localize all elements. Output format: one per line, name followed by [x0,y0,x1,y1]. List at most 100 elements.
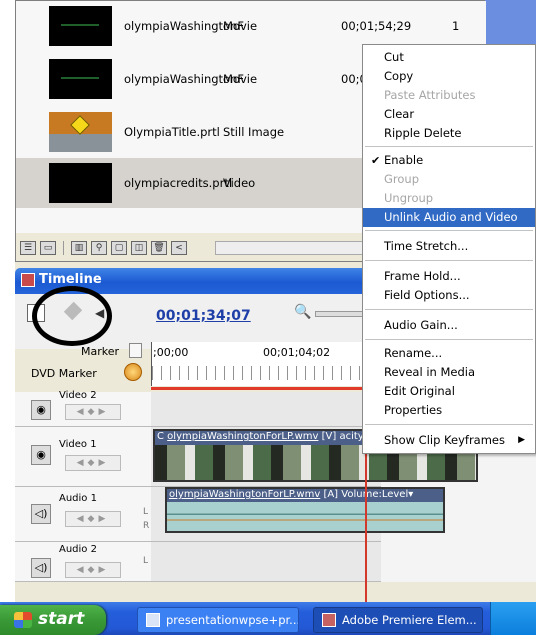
track-header: Audio 2 ◁) ◀◆▶ L [15,542,151,582]
start-button[interactable]: start [0,605,106,635]
track-name: Video 1 [59,439,97,450]
ruler-ticks [152,366,382,380]
ruler-start-time: ;00;00 [153,346,189,359]
timeline-title: Timeline [39,272,102,287]
track-name: Video 2 [59,390,97,401]
menu-item-frame-hold[interactable]: Frame Hold... [363,267,535,286]
media-thumbnail [49,59,112,99]
track-header: Audio 1 ◁) ◀◆▶ L R [15,487,151,542]
current-timecode[interactable]: 00;01;34;07 [156,308,251,324]
audio-clip[interactable]: olympiaWashingtonForLP.wmv [A] Volume:Le… [165,487,445,533]
zoom-icon[interactable]: 🔍 [294,304,311,320]
new-item-icon[interactable]: ◫ [131,241,147,255]
clip-track-tag: [V] [318,431,337,442]
ruler-mid-time: 00;01;04;02 [263,346,331,359]
keyframe-controls[interactable]: ◀◆▶ [65,511,121,527]
clip-name: olympiaWashingtonForLP.wmv [169,489,321,500]
left-channel-label: L [143,507,149,517]
track-header: Video 2 ◉ ◀◆▶ [15,390,151,427]
clip-prefix: C [157,431,164,442]
word-icon [146,613,160,627]
film-icon[interactable]: ◉ [31,400,51,420]
dvd-marker-label: DVD Marker [31,367,97,380]
film-icon[interactable]: ◉ [31,445,51,465]
windows-logo-icon [14,612,32,628]
annotation-circle [32,286,112,346]
menu-item-audio-gain[interactable]: Audio Gain... [363,316,535,335]
media-type: Video [223,176,256,190]
taskbar-item-label: Adobe Premiere Elem... [342,613,477,627]
horizontal-scrollbar[interactable] [215,241,375,255]
menu-item-time-stretch[interactable]: Time Stretch... [363,237,535,256]
menu-item-ripple-delete[interactable]: Ripple Delete [363,124,535,143]
audio-clip-header: olympiaWashingtonForLP.wmv [A] Volume:Le… [167,489,443,502]
menu-separator [365,424,533,425]
left-channel-label: L [143,556,149,566]
media-usage-count: 1 [452,19,460,33]
scroll-left-icon[interactable]: < [171,241,187,255]
media-thumbnail [49,163,112,203]
menu-item-paste-attributes: Paste Attributes [384,88,476,102]
automate-icon[interactable]: ▥ [71,241,87,255]
find-icon[interactable]: ⚲ [91,241,107,255]
menu-item-reveal-in-media[interactable]: Reveal in Media [363,363,535,382]
clip-name: olympiaWashingtonForLP.wmv [167,431,319,442]
menu-item-unlink-audio-video[interactable]: Unlink Audio and Video [363,208,535,227]
track-lane[interactable] [151,542,381,582]
trash-icon[interactable]: 🗑 [151,241,167,255]
media-type: Movie [223,72,258,86]
system-tray [490,602,536,635]
menu-item-enable-label: Enable [384,153,424,167]
menu-item-show-clip-keyframes[interactable]: Show Clip Keyframes ▶ [363,431,535,450]
submenu-arrow-icon: ▶ [518,435,525,445]
keyframe-controls[interactable]: ◀◆▶ [65,562,121,578]
taskbar-item-word[interactable]: presentationwpse+pr... [137,607,299,633]
marker-icon[interactable] [129,343,142,358]
menu-item-edit-original[interactable]: Edit Original [363,382,535,401]
menu-separator [365,260,533,261]
work-area-bar[interactable] [151,387,381,390]
taskbar-item-premiere[interactable]: Adobe Premiere Elem... [313,607,483,633]
media-type: Still Image [223,125,285,139]
list-view-icon[interactable]: ☰ [20,241,36,255]
track-name: Audio 1 [59,493,97,504]
menu-item-field-options[interactable]: Field Options... [363,286,535,305]
menu-item-cut[interactable]: Cut [363,48,535,67]
right-channel-label: R [143,521,150,531]
menu-item-group: Group [384,172,420,186]
taskbar-item-label: presentationwpse+pr... [166,613,299,627]
chevron-down-icon[interactable]: ▾ [408,489,413,500]
menu-item-rename[interactable]: Rename... [363,344,535,363]
menu-separator [365,339,533,340]
menu-item-ungroup: Ungroup [384,191,434,205]
checkmark-icon: ✔ [371,154,381,167]
menu-item-properties[interactable]: Properties [363,401,535,420]
premiere-icon [322,613,336,627]
track-name: Audio 2 [59,544,97,555]
keyframe-controls[interactable]: ◀◆▶ [65,455,121,471]
marker-label: Marker [81,345,120,358]
track-lane[interactable] [151,392,381,427]
menu-item-show-clip-keyframes-label: Show Clip Keyframes [384,433,506,447]
track-header: Video 1 ◉ ◀◆▶ [15,427,151,487]
windows-taskbar: start presentationwpse+pr... Adobe Premi… [0,602,536,635]
audio-waveform [167,502,443,531]
keyframe-controls[interactable]: ◀◆▶ [65,404,121,420]
media-row[interactable]: olympiaWashingtonF Movie 00;01;54;29 1 [16,1,486,47]
menu-item-enable[interactable]: ✔ Enable [363,151,535,170]
icon-view-icon[interactable]: ▭ [40,241,56,255]
speaker-icon[interactable]: ◁) [31,504,51,524]
dvd-marker-icon[interactable] [124,363,142,381]
clip-track-tag: [A] [320,489,339,500]
track-audio-2: Audio 2 ◁) ◀◆▶ L [15,542,536,582]
media-thumbnail [49,6,112,46]
new-bin-icon[interactable]: ▢ [111,241,127,255]
start-label: start [38,609,85,629]
media-duration: 00;01;54;29 [341,19,412,33]
menu-item-copy[interactable]: Copy [363,67,535,86]
menu-item-clear[interactable]: Clear [363,105,535,124]
title-thumbnail [49,112,112,152]
speaker-icon[interactable]: ◁) [31,558,51,578]
clip-property: acity [339,431,364,442]
time-ruler[interactable]: ;00;00 00;01;04;02 [151,342,382,386]
